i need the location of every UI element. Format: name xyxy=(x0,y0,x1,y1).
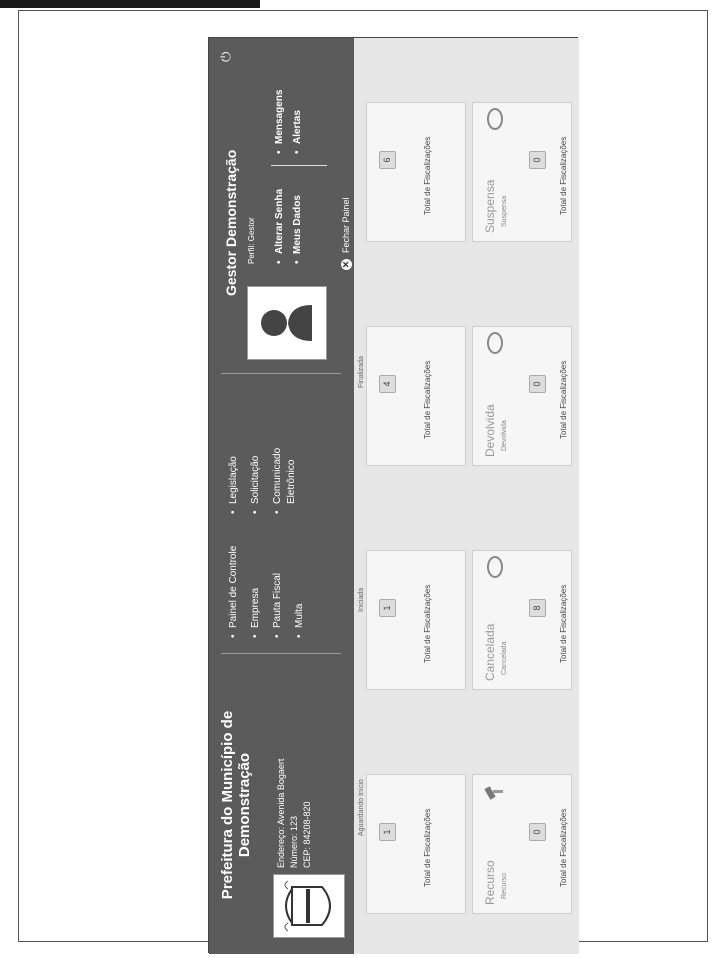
status-subtitle: Recurso xyxy=(501,872,508,899)
close-panel-label: Fechar Painel xyxy=(341,197,351,253)
tab-finalizada[interactable]: Finalizada xyxy=(358,356,365,388)
divider xyxy=(221,373,341,374)
total-label: Total de Fiscalizações xyxy=(423,584,432,663)
total-label: Total de Fiscalizações xyxy=(559,584,568,663)
status-card-suspensa[interactable]: Suspensa Suspensa 0 Total de Fiscalizaçõ… xyxy=(472,102,572,242)
count-badge: 0 xyxy=(529,823,546,841)
pause-icon xyxy=(487,108,503,130)
secondary-menu: Legislação Solicitação Comunicado Eletrô… xyxy=(227,444,307,514)
meus-dados-link[interactable]: Meus Dados xyxy=(291,189,305,264)
user-avatar xyxy=(247,286,327,360)
divider xyxy=(221,653,341,654)
divider xyxy=(271,165,327,166)
address-line: Endereço: Avenida Bogaert xyxy=(276,758,286,868)
status-title: Devolvida xyxy=(483,404,497,457)
menu-pauta-fiscal[interactable]: Pauta Fiscal xyxy=(271,546,285,638)
status-card-cancelada[interactable]: Cancelada Cancelada 8 Total de Fiscaliza… xyxy=(472,550,572,690)
municipality-title: Prefeitura do Município de Demonstração xyxy=(219,710,253,900)
gavel-icon xyxy=(484,786,503,800)
menu-empresa[interactable]: Empresa xyxy=(249,546,263,638)
header-panel: Prefeitura do Município de Demonstração … xyxy=(209,38,357,954)
count-badge: 1 xyxy=(379,823,396,841)
tab-iniciada[interactable]: Iniciada xyxy=(358,588,365,612)
alterar-senha-link[interactable]: Alterar Senha xyxy=(273,189,287,264)
status-title: Recurso xyxy=(483,860,497,905)
user-profile: Perfil: Gestor xyxy=(247,217,256,264)
status-card-recurso[interactable]: Recurso Recurso 0 Total de Fiscalizações xyxy=(472,774,572,914)
alertas-link[interactable]: Alertas xyxy=(291,90,305,154)
menu-comunicado-eletronico[interactable]: Comunicado Eletrônico xyxy=(271,444,299,514)
count-badge: 0 xyxy=(529,151,546,169)
power-icon[interactable]: ⏻ xyxy=(218,48,233,62)
screenshot-photo: Prefeitura do Município de Demonstração … xyxy=(208,37,579,954)
user-menu-right: Mensagens Alertas xyxy=(273,90,309,154)
status-card[interactable]: 4 Total de Fiscalizações xyxy=(366,326,466,466)
top-dark-bar xyxy=(0,0,260,8)
count-badge: 6 xyxy=(379,151,396,169)
user-name: Gestor Demonstração xyxy=(223,149,239,296)
cep-line: CEP: 84208-820 xyxy=(302,801,312,868)
total-label: Total de Fiscalizações xyxy=(423,360,432,439)
cancel-stamp-icon xyxy=(487,556,503,578)
menu-painel-de-controle[interactable]: Painel de Controle xyxy=(227,546,241,638)
total-label: Total de Fiscalizações xyxy=(559,136,568,215)
count-badge: 1 xyxy=(379,599,396,617)
status-title: Suspensa xyxy=(483,179,497,233)
document-frame: Prefeitura do Município de Demonstração … xyxy=(18,10,708,954)
return-icon xyxy=(487,332,503,354)
app-screen: Prefeitura do Município de Demonstração … xyxy=(209,38,579,954)
total-label: Total de Fiscalizações xyxy=(559,808,568,887)
close-icon: ✕ xyxy=(340,259,352,270)
total-label: Total de Fiscalizações xyxy=(423,808,432,887)
status-title: Cancelada xyxy=(483,623,497,681)
status-card-devolvida[interactable]: Devolvida Devolvida 0 Total de Fiscaliza… xyxy=(472,326,572,466)
count-badge: 8 xyxy=(529,599,546,617)
municipality-address: Endereço: Avenida Bogaert Número: 123 CE… xyxy=(275,759,314,868)
number-line: Número: 123 xyxy=(289,815,299,868)
status-subtitle: Suspensa xyxy=(501,195,508,227)
user-menu-left: Alterar Senha Meus Dados xyxy=(273,189,309,264)
count-badge: 0 xyxy=(529,375,546,393)
menu-multa[interactable]: Multa xyxy=(293,546,307,638)
dashboard-content: Aguardando Início Iniciada Finalizada 1 … xyxy=(354,38,579,954)
menu-legislacao[interactable]: Legislação xyxy=(227,444,241,514)
main-menu: Painel de Controle Empresa Pauta Fiscal … xyxy=(227,546,315,638)
mensagens-link[interactable]: Mensagens xyxy=(273,90,287,154)
status-card[interactable]: 1 Total de Fiscalizações xyxy=(366,550,466,690)
status-subtitle: Devolvida xyxy=(501,420,508,451)
status-card[interactable]: 6 Total de Fiscalizações xyxy=(366,102,466,242)
total-label: Total de Fiscalizações xyxy=(559,360,568,439)
status-card[interactable]: 1 Total de Fiscalizações xyxy=(366,774,466,914)
status-subtitle: Cancelada xyxy=(501,641,508,675)
count-badge: 4 xyxy=(379,375,396,393)
coat-of-arms-logo xyxy=(273,874,345,938)
menu-solicitacao[interactable]: Solicitação xyxy=(249,444,263,514)
tab-aguardando-inicio[interactable]: Aguardando Início xyxy=(358,779,365,836)
total-label: Total de Fiscalizações xyxy=(423,136,432,215)
